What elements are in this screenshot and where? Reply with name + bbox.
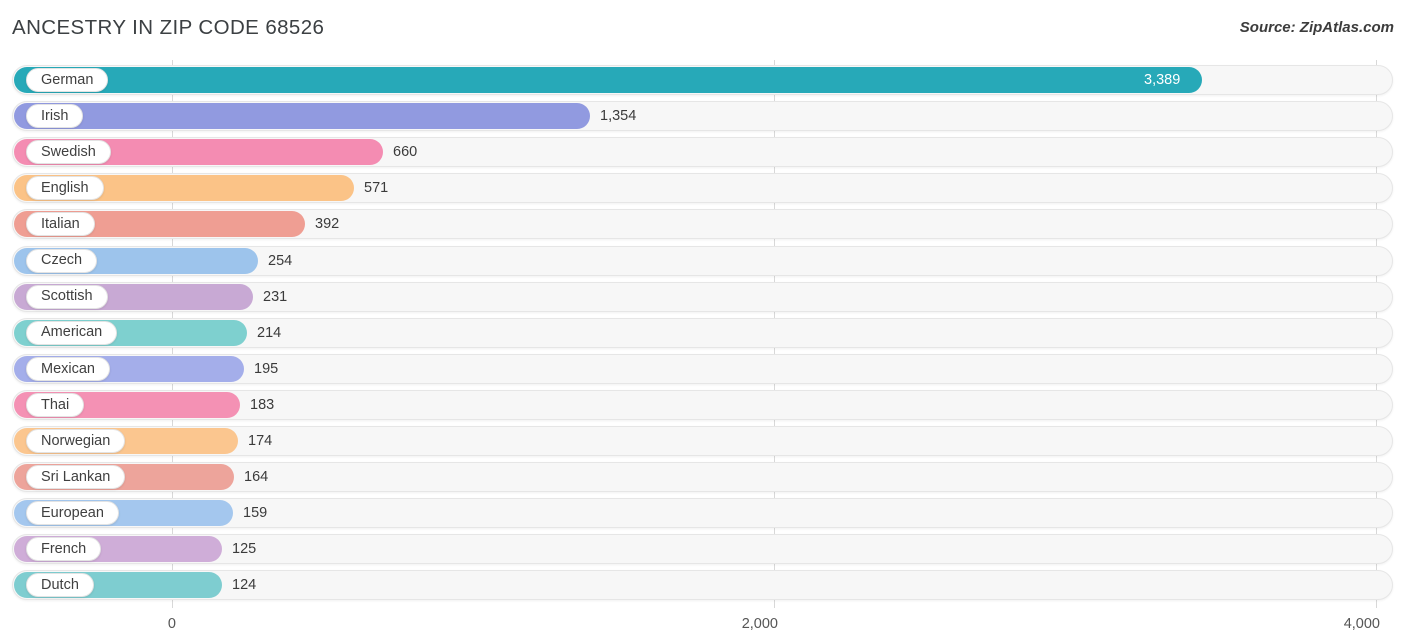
value-label: 174 (248, 433, 273, 449)
bar-label-pill: Irish (26, 104, 84, 129)
value-label: 214 (257, 324, 282, 341)
bar-label-pill: Sri Lankan (26, 465, 126, 490)
category-label: Swedish (41, 143, 96, 160)
bar-irish[interactable] (14, 103, 590, 130)
bar-label-pill: French (26, 537, 102, 562)
table-row: Irish 1,354 (12, 101, 1393, 132)
table-row: Thai 183 (12, 389, 1393, 420)
bar-label-pill: Thai (26, 392, 85, 417)
page-title: ANCESTRY IN ZIP CODE 68526 (12, 16, 325, 39)
table-row: Dutch 124 (12, 570, 1393, 601)
axis-tick-label: 2,000 (741, 616, 778, 632)
table-row: Italian 392 (12, 209, 1393, 240)
table-row: Swedish 660 (12, 137, 1393, 168)
source-attribution: Source: ZipAtlas.com (1239, 19, 1394, 36)
x-axis: 0 2,000 4,000 (0, 608, 1406, 644)
category-label: English (41, 180, 89, 197)
value-label: 195 (254, 360, 279, 377)
bar-label-pill: Scottish (26, 284, 108, 309)
bar-label-pill: Mexican (26, 356, 110, 381)
bar-label-pill: Czech (26, 248, 98, 273)
value-label: 124 (232, 577, 257, 594)
value-label: 159 (243, 505, 268, 522)
category-label: French (41, 541, 87, 558)
table-row: European 159 (12, 498, 1393, 529)
bar-label-pill: American (26, 320, 118, 345)
table-row: American 214 (12, 317, 1393, 348)
table-row: English 571 (12, 173, 1393, 204)
category-label: Irish (41, 107, 69, 124)
bar-label-pill: Norwegian (26, 429, 126, 453)
category-label: German (41, 71, 94, 88)
table-row: Scottish 231 (12, 281, 1393, 312)
table-row: Czech 254 (12, 245, 1393, 276)
category-label: Mexican (41, 360, 95, 377)
value-label: 1,354 (600, 108, 637, 125)
bar-label-pill: Dutch (26, 573, 94, 598)
value-label: 571 (364, 180, 389, 197)
bar-label-pill: Italian (26, 212, 95, 237)
plot-area: German 3,389 Irish 1,354 Swedish 660 English 57… (0, 60, 1406, 608)
table-row: Mexican 195 (12, 353, 1393, 384)
ancestry-bar-chart: ANCESTRY IN ZIP CODE 68526 Source: ZipAt… (0, 0, 1406, 644)
axis-tick-label: 0 (167, 616, 176, 632)
value-label: 183 (250, 396, 275, 413)
value-label: 254 (268, 252, 293, 269)
table-row: French 125 (12, 534, 1393, 565)
category-label: Dutch (41, 577, 79, 594)
value-label: 164 (244, 469, 269, 486)
value-label: 392 (315, 216, 340, 233)
table-row: Sri Lankan 164 (12, 462, 1393, 493)
bar-rows: German 3,389 Irish 1,354 Swedish 660 English 57… (0, 60, 1406, 608)
category-label: Scottish (41, 288, 93, 305)
bar-label-pill: English (26, 176, 104, 201)
category-label: European (41, 504, 104, 521)
category-label: Italian (41, 216, 80, 233)
value-label: 3,389 (1144, 72, 1181, 88)
value-label: 231 (263, 288, 288, 305)
category-label: American (41, 324, 103, 341)
bar-german[interactable] (14, 67, 1202, 93)
category-label: Czech (41, 252, 83, 269)
axis-tick-label: 4,000 (1343, 616, 1380, 632)
bar-label-pill: Swedish (26, 140, 111, 165)
category-label: Norwegian (41, 432, 111, 449)
table-row: German 3,389 (12, 65, 1393, 95)
category-label: Sri Lankan (41, 468, 111, 485)
value-label: 125 (232, 541, 257, 558)
bar-label-pill: German (26, 68, 109, 92)
table-row: Norwegian 174 (12, 426, 1393, 456)
category-label: Thai (41, 396, 70, 413)
value-label: 660 (393, 144, 418, 161)
bar-label-pill: European (26, 501, 119, 526)
